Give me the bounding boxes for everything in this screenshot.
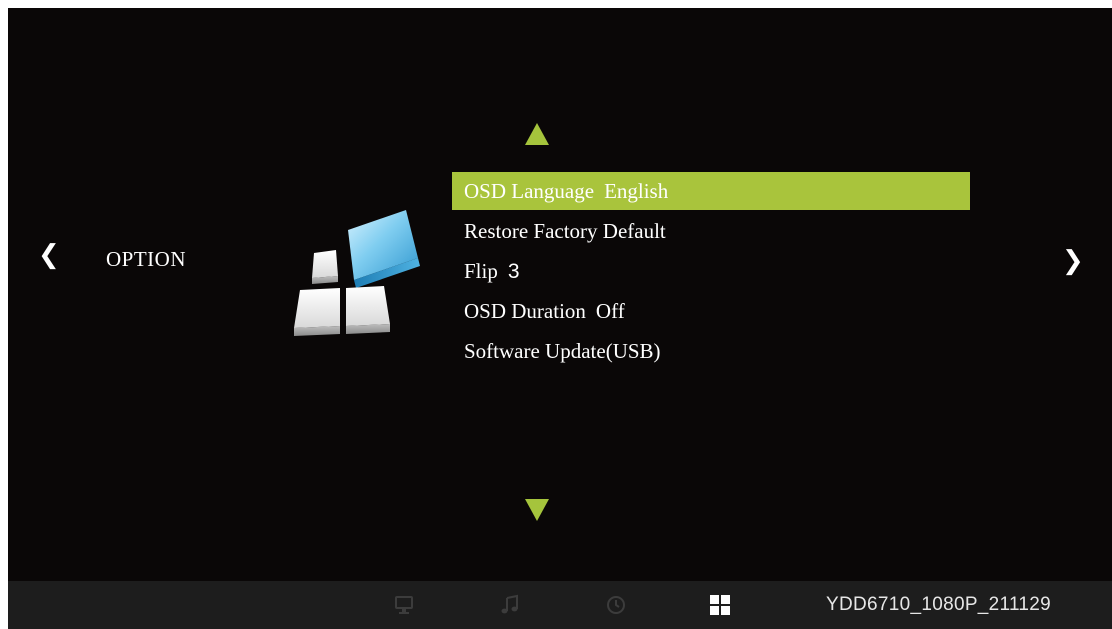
menu-item-label: OSD Language <box>464 179 595 203</box>
time-icon[interactable] <box>604 593 628 617</box>
scroll-down-arrow-icon[interactable] <box>525 499 549 521</box>
option-category-icon <box>294 210 420 336</box>
picture-icon[interactable] <box>392 593 416 617</box>
menu-item-label: Flip <box>464 259 498 283</box>
menu-item-osd-language[interactable]: OSD Language English <box>452 172 970 210</box>
menu-item-value: English <box>604 179 669 203</box>
bottom-category-bar: YDD6710_1080P_211129 <box>8 581 1112 629</box>
menu-item-software-update-usb[interactable]: Software Update(USB) <box>452 332 970 370</box>
option-menu-list: OSD Language English Restore Factory Defa… <box>452 172 970 372</box>
menu-item-osd-duration[interactable]: OSD Duration Off <box>452 292 970 330</box>
menu-item-label: Restore Factory Default <box>464 219 666 243</box>
tv-osd-screen: ❮ OPTION OSD Language English Restore Fa… <box>8 8 1112 629</box>
menu-item-value: 3 <box>507 260 520 283</box>
menu-item-flip[interactable]: Flip 3 <box>452 252 970 290</box>
menu-item-label: Software Update(USB) <box>464 339 661 363</box>
category-title: OPTION <box>106 247 186 271</box>
scroll-up-arrow-icon[interactable] <box>525 123 549 145</box>
option-icon[interactable] <box>708 593 732 617</box>
nav-left-arrow-icon[interactable]: ❮ <box>38 242 60 268</box>
nav-right-arrow-icon[interactable]: ❯ <box>1062 248 1084 274</box>
menu-item-restore-factory-default[interactable]: Restore Factory Default <box>452 212 970 250</box>
firmware-version-label: YDD6710_1080P_211129 <box>826 594 1052 615</box>
menu-item-label: OSD Duration <box>464 299 586 323</box>
music-icon[interactable] <box>498 593 522 617</box>
menu-item-value: Off <box>595 299 625 323</box>
